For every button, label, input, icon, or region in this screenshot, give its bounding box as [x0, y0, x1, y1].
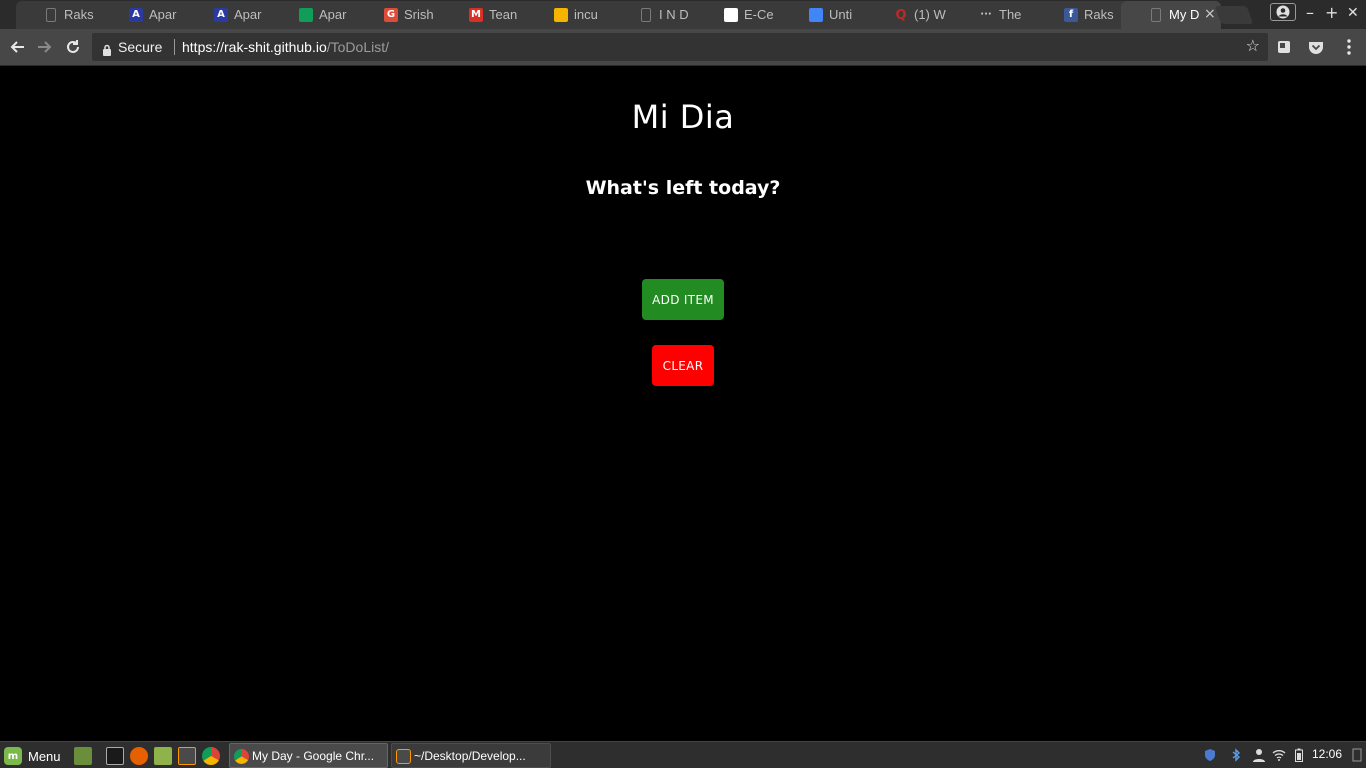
tab-strip: Raks×AApar×AApar×Apar×GSrish×MTean×incu×…	[0, 0, 1366, 29]
tab-title: Tean	[489, 7, 518, 22]
profile-icon[interactable]	[1270, 3, 1296, 21]
tab-title: incu	[574, 7, 598, 22]
sheets-icon	[299, 8, 313, 22]
address-bar[interactable]: Secure https://rak-shit.github.io/ToDoLi…	[92, 33, 1268, 61]
dots-icon: ···	[980, 9, 992, 20]
wifi-icon[interactable]	[1272, 748, 1286, 762]
taskbar: m Menu My Day - Google Chr... ~/Desktop/…	[0, 741, 1366, 768]
tab-title: Apar	[234, 7, 262, 22]
reload-icon	[67, 40, 79, 53]
page-title: Mi Dia	[631, 98, 735, 136]
tab-title: Raks	[64, 7, 94, 22]
task-sublime-window[interactable]: ~/Desktop/Develop...	[391, 743, 551, 768]
close-window-button[interactable]: ✕	[1347, 4, 1359, 22]
clear-button[interactable]: CLEAR	[652, 345, 714, 386]
document-icon	[1151, 8, 1161, 22]
mint-logo-icon: m	[4, 747, 22, 765]
tab-title: The	[999, 7, 1022, 22]
shield-icon[interactable]	[1203, 748, 1217, 762]
task-chrome-window[interactable]: My Day - Google Chr...	[229, 743, 388, 768]
document-icon	[641, 8, 651, 22]
url-text[interactable]: https://rak-shit.github.io/ToDoList/	[182, 39, 389, 55]
task-label: ~/Desktop/Develop...	[414, 748, 526, 763]
tab-title: I N D	[659, 7, 689, 22]
apartment-icon: A	[214, 8, 228, 22]
start-menu-button[interactable]: m Menu	[4, 746, 61, 766]
reload-button[interactable]	[62, 36, 84, 58]
google-plus-icon: G	[384, 8, 398, 22]
docs-icon	[809, 8, 823, 22]
quora-icon: Q	[895, 7, 907, 23]
extension-icon[interactable]	[1273, 36, 1295, 58]
files-launcher-icon[interactable]	[154, 747, 172, 765]
tab-title: Srish	[404, 7, 434, 22]
back-arrow-icon	[10, 41, 24, 53]
tab-title: Apar	[319, 7, 347, 22]
page-subtitle: What's left today?	[585, 177, 781, 199]
tab-title: E-Ce	[744, 7, 774, 22]
gmail-icon: M	[469, 8, 483, 22]
chrome-icon	[234, 749, 249, 764]
firefox-launcher-icon[interactable]	[130, 747, 148, 765]
lock-icon	[102, 41, 112, 60]
add-item-button[interactable]: ADD ITEM	[642, 279, 724, 320]
close-tab-icon[interactable]: ×	[1204, 6, 1216, 22]
tab-title: Unti	[829, 7, 853, 22]
back-button[interactable]	[6, 36, 28, 58]
kebab-menu-icon[interactable]	[1338, 36, 1360, 58]
slides-icon	[554, 8, 568, 22]
menu-label: Menu	[28, 748, 61, 764]
desktop-launcher-icon[interactable]	[74, 747, 92, 765]
url-host: https://rak-shit.github.io	[182, 39, 327, 55]
user-icon[interactable]	[1252, 748, 1266, 762]
omnibox-divider	[174, 39, 175, 55]
battery-icon[interactable]	[1292, 748, 1306, 762]
chrome-launcher-icon[interactable]	[202, 747, 220, 765]
show-desktop-icon[interactable]	[1350, 748, 1364, 762]
tab-title: My D	[1169, 7, 1200, 22]
document-icon	[46, 8, 56, 22]
maximize-button[interactable]: +	[1325, 4, 1338, 22]
forward-button[interactable]	[34, 36, 56, 58]
ecell-icon	[724, 8, 738, 22]
url-path: /ToDoList/	[326, 39, 389, 55]
tab-title: Apar	[149, 7, 177, 22]
security-label[interactable]: Secure	[118, 39, 162, 55]
browser-tab[interactable]: My D ×	[1121, 1, 1221, 29]
bookmark-star-icon[interactable]: ☆	[1246, 36, 1260, 55]
task-label: My Day - Google Chr...	[252, 748, 375, 763]
tab-title: Raks	[1084, 7, 1114, 22]
clock[interactable]: 12:06	[1312, 747, 1342, 761]
minimize-button[interactable]: –	[1306, 4, 1314, 22]
new-tab-button[interactable]	[1214, 6, 1254, 24]
forward-arrow-icon	[38, 41, 52, 53]
facebook-icon: f	[1064, 8, 1078, 22]
page-content: Mi Dia What's left today? ADD ITEM CLEAR	[0, 66, 1366, 741]
pocket-icon[interactable]	[1305, 36, 1327, 58]
tab-title: (1) W	[914, 7, 946, 22]
terminal-launcher-icon[interactable]	[106, 747, 124, 765]
sublime-icon	[396, 749, 411, 764]
apartment-icon: A	[129, 8, 143, 22]
sublime-launcher-icon[interactable]	[178, 747, 196, 765]
browser-toolbar: Secure https://rak-shit.github.io/ToDoLi…	[0, 29, 1366, 66]
bluetooth-icon[interactable]	[1229, 748, 1243, 762]
